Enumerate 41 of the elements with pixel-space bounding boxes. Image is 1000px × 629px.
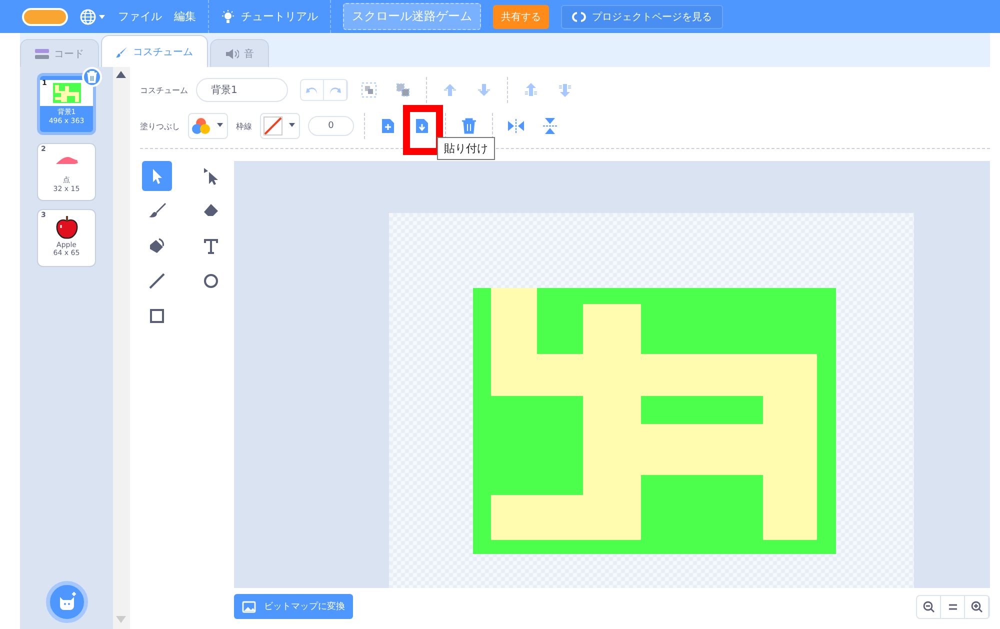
outline-width-field[interactable]: 0 [308, 116, 354, 136]
paint-bucket-icon [147, 236, 167, 256]
convert-to-bitmap-button[interactable]: ビットマップに変換 [234, 594, 353, 619]
menu-item[interactable]: 編集 [174, 9, 196, 24]
apple-icon [54, 214, 78, 240]
outline-label: 枠線 [236, 120, 252, 132]
delete-icon[interactable] [82, 67, 102, 87]
share-button[interactable]: 共有する [493, 4, 549, 28]
circle-icon [201, 271, 221, 291]
globe-icon[interactable] [80, 8, 106, 24]
square-icon [147, 306, 167, 326]
project-title-field[interactable]: スクロール迷路ゲーム [343, 3, 481, 30]
color-circles-icon [191, 116, 211, 136]
logo-icon[interactable] [22, 8, 68, 26]
maze-thumbnail [52, 83, 80, 103]
tab[interactable]: コスチューム [101, 35, 208, 67]
fill-color-picker[interactable] [188, 113, 228, 139]
line-icon [147, 271, 167, 291]
lightbulb-icon [221, 10, 235, 24]
paste-icon[interactable] [415, 118, 429, 134]
tool-button[interactable] [142, 161, 172, 191]
image-icon [242, 600, 256, 612]
fill-label: 塗りつぶし [140, 120, 180, 132]
tab[interactable]: 音 [210, 39, 269, 67]
tutorial-button[interactable]: チュートリアル [221, 9, 318, 24]
brush-icon [116, 46, 128, 58]
no-color-icon [263, 116, 283, 136]
tab[interactable]: コード [20, 39, 99, 67]
loop-arrows-icon [572, 10, 586, 22]
project-page-button[interactable]: プロジェクトページを見る [561, 4, 723, 28]
code-blocks-icon [35, 48, 49, 58]
choose-costume-button[interactable] [46, 581, 88, 623]
costume-name-field[interactable]: 背景1 [196, 78, 288, 102]
text-icon [201, 236, 221, 256]
speaker-icon [225, 48, 239, 60]
scroll-up-icon[interactable] [116, 71, 126, 78]
outline-color-picker[interactable] [260, 113, 300, 139]
tooltip: 貼り付け [437, 137, 495, 160]
menu-item[interactable]: ファイル [118, 9, 162, 24]
costume-label: コスチューム [140, 84, 188, 96]
brush-stroke-thumbnail [54, 155, 80, 167]
